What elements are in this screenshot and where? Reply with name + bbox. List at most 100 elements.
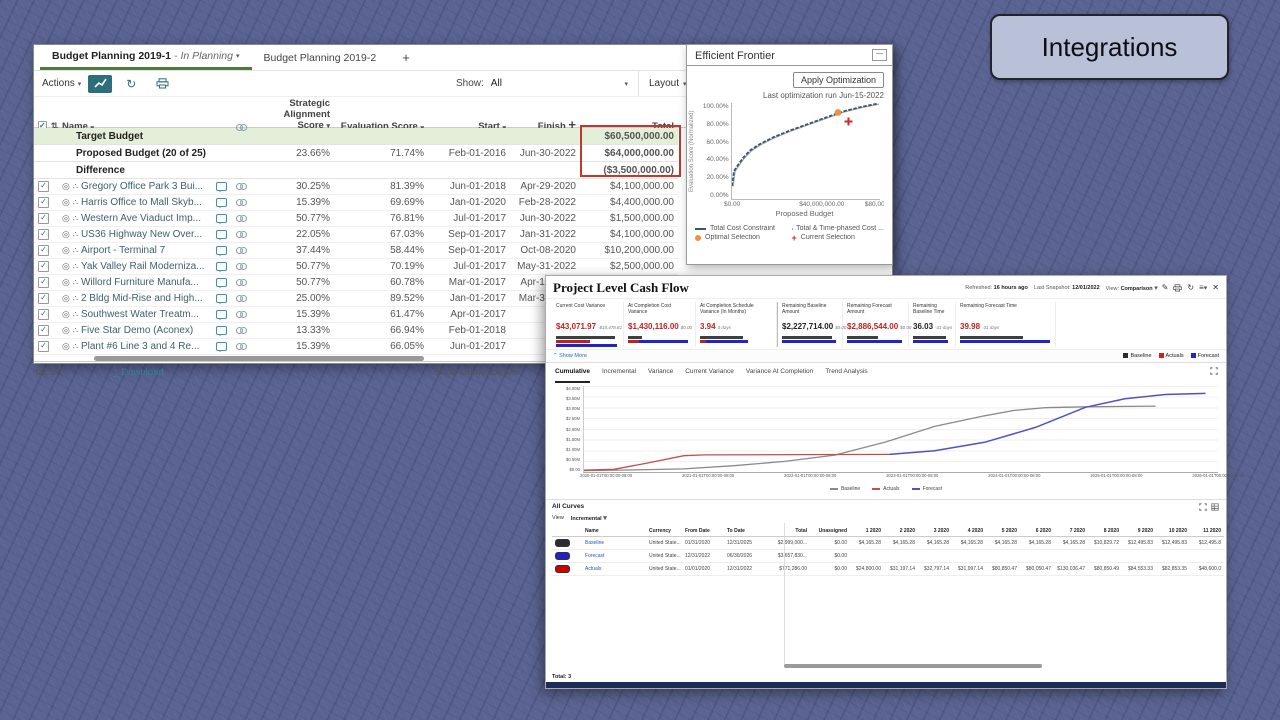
link-icon[interactable] [236, 327, 247, 335]
series-swatch[interactable] [555, 565, 570, 573]
curves-scrollbar-thumb[interactable] [784, 664, 1042, 668]
hierarchy-icon[interactable]: ∴ [73, 326, 78, 335]
tab-trend-analysis[interactable]: Trend Analysis [825, 368, 867, 383]
link-icon[interactable] [236, 215, 247, 223]
link-icon[interactable] [236, 231, 247, 239]
hierarchy-icon[interactable]: ∴ [73, 310, 78, 319]
project-name[interactable]: Five Star Demo (Aconex) [81, 325, 193, 336]
show-filter[interactable]: Show: All ▾ [456, 78, 628, 89]
chart-view-button[interactable] [88, 75, 112, 93]
target-icon[interactable]: ◎ [62, 261, 70, 272]
project-name[interactable]: Plant #6 Line 3 and 4 Re... [81, 341, 199, 352]
comment-icon[interactable] [216, 198, 227, 207]
comment-icon[interactable] [216, 262, 227, 271]
project-name[interactable]: Airport - Terminal 7 [81, 245, 165, 256]
row-checkbox[interactable]: ✓ [38, 245, 49, 256]
link-icon[interactable] [236, 263, 247, 271]
tab-budget-planning-2019-1[interactable]: Budget Planning 2019-1 - In Planning ▾ [40, 45, 252, 70]
link-icon[interactable] [236, 279, 247, 287]
minimize-button[interactable]: — [872, 49, 887, 61]
close-icon[interactable]: ✕ [1212, 283, 1219, 292]
link-icon[interactable] [236, 199, 247, 207]
hierarchy-icon[interactable]: ∴ [73, 262, 78, 271]
download-link[interactable]: ↓Download [114, 367, 164, 378]
target-icon[interactable]: ◎ [62, 229, 70, 240]
refresh-button[interactable]: ↻ [119, 75, 143, 93]
comment-icon[interactable] [216, 214, 227, 223]
series-swatch[interactable] [555, 552, 570, 560]
comment-icon[interactable] [216, 182, 227, 191]
target-icon[interactable]: ◎ [62, 309, 70, 320]
hierarchy-icon[interactable]: ∴ [73, 230, 78, 239]
comment-icon[interactable] [216, 246, 227, 255]
curve-name-link[interactable]: Baseline [582, 537, 646, 550]
layout-button[interactable]: Layout▾ [638, 71, 687, 96]
project-name[interactable]: Willord Furniture Manufa... [81, 277, 199, 288]
target-icon[interactable]: ◎ [62, 197, 70, 208]
row-checkbox[interactable]: ✓ [38, 181, 49, 192]
row-checkbox[interactable]: ✓ [38, 309, 49, 320]
hierarchy-icon[interactable]: ∴ [73, 294, 78, 303]
link-icon[interactable] [236, 183, 247, 191]
hierarchy-icon[interactable]: ∴ [73, 182, 78, 191]
grid-view-icon[interactable] [1211, 503, 1219, 511]
current-selection-marker[interactable] [844, 118, 852, 126]
row-checkbox[interactable]: ✓ [38, 229, 49, 240]
link-icon[interactable] [236, 295, 247, 303]
row-checkbox[interactable]: ✓ [38, 213, 49, 224]
tab-variance[interactable]: Variance [648, 368, 673, 383]
target-icon[interactable]: ◎ [62, 277, 70, 288]
row-checkbox[interactable]: ✓ [38, 261, 49, 272]
link-icon[interactable] [236, 247, 247, 255]
apply-optimization-button[interactable]: Apply Optimization [793, 72, 884, 88]
project-name[interactable]: Yak Valley Rail Moderniza... [81, 261, 205, 272]
project-name[interactable]: Western Ave Viaduct Imp... [81, 213, 201, 224]
hierarchy-icon[interactable]: ∴ [73, 342, 78, 351]
tab-current-variance[interactable]: Current Variance [685, 368, 734, 383]
row-checkbox[interactable]: ✓ [38, 277, 49, 288]
target-icon[interactable]: ◎ [62, 181, 70, 192]
curve-name-link[interactable]: Forecast [582, 550, 646, 563]
link-icon[interactable] [236, 311, 247, 319]
menu-icon[interactable]: ≡▾ [1199, 283, 1207, 292]
comment-icon[interactable] [216, 342, 227, 351]
project-name[interactable]: US36 Highway New Over... [81, 229, 202, 240]
comment-icon[interactable] [216, 310, 227, 319]
series-swatch[interactable] [555, 539, 570, 547]
edit-icon[interactable]: ✎ [1162, 283, 1169, 292]
comment-icon[interactable] [216, 230, 227, 239]
view-dropdown[interactable]: View Incremental ▾ [552, 514, 1220, 522]
hierarchy-icon[interactable]: ∴ [73, 246, 78, 255]
add-tab-button[interactable]: + [388, 45, 424, 70]
project-name[interactable]: Southwest Water Treatm... [81, 309, 199, 320]
comment-icon[interactable] [216, 326, 227, 335]
actions-menu[interactable]: Actions▾ [42, 78, 81, 89]
target-icon[interactable]: ◎ [62, 213, 70, 224]
comment-icon[interactable] [216, 278, 227, 287]
refresh-icon[interactable]: ↻ [1187, 283, 1194, 292]
hierarchy-icon[interactable]: ∴ [73, 278, 78, 287]
chevron-down-icon[interactable]: ▾ [236, 52, 240, 60]
print-button[interactable] [150, 75, 174, 93]
show-unmet-dependencies[interactable]: Show Unmet Depen [434, 367, 519, 378]
comment-icon[interactable] [216, 294, 227, 303]
row-checkbox[interactable]: ✓ [38, 341, 49, 352]
project-name[interactable]: Gregory Office Park 3 Bui... [81, 181, 203, 192]
target-icon[interactable]: ◎ [62, 325, 70, 336]
row-checkbox[interactable]: ✓ [38, 293, 49, 304]
printer-icon[interactable] [1173, 284, 1182, 292]
hierarchy-icon[interactable]: ∴ [73, 198, 78, 207]
optimal-selection-marker[interactable] [834, 109, 841, 116]
target-icon[interactable]: ◎ [62, 293, 70, 304]
fullscreen-icon[interactable] [1199, 503, 1207, 511]
curve-name-link[interactable]: Actuals [582, 563, 646, 576]
row-checkbox[interactable]: ✓ [38, 325, 49, 336]
tab-cumulative[interactable]: Cumulative [555, 368, 590, 383]
tab-budget-planning-2019-2[interactable]: Budget Planning 2019-2 [252, 45, 389, 70]
hierarchy-icon[interactable]: ∴ [73, 214, 78, 223]
tab-variance-at-completion[interactable]: Variance At Completion [746, 368, 813, 383]
tab-incremental[interactable]: Incremental [602, 368, 636, 383]
row-checkbox[interactable]: ✓ [38, 197, 49, 208]
project-name[interactable]: Harris Office to Mall Skyb... [81, 197, 202, 208]
link-icon[interactable] [236, 343, 247, 351]
